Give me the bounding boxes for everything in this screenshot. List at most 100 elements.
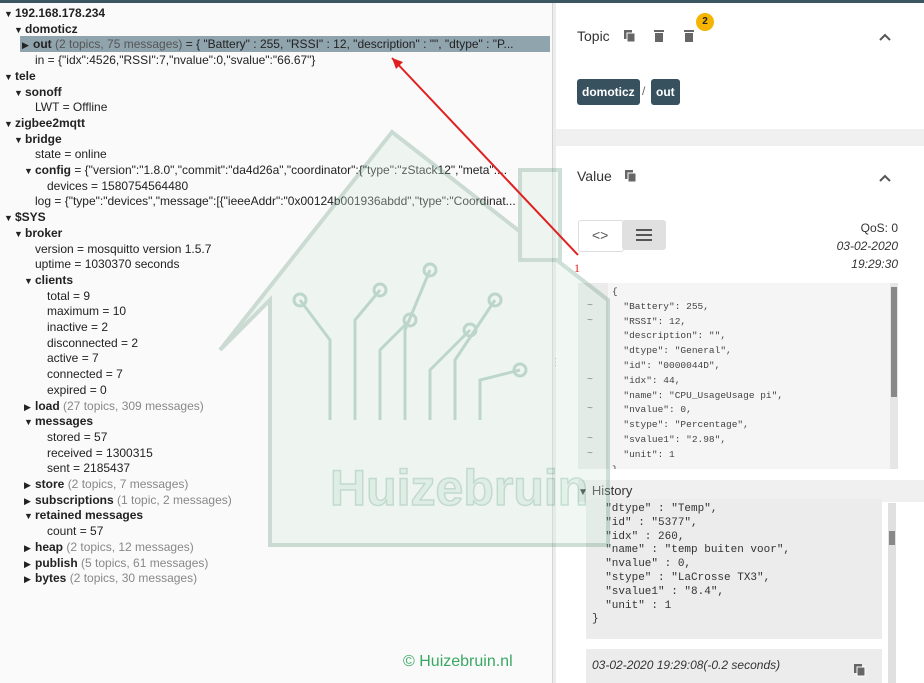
tree-key: out <box>33 37 52 52</box>
json-line: "unit": 1 <box>612 448 675 460</box>
tree-meta: (1 topic, 2 messages) <box>117 492 232 507</box>
topic-chip-out[interactable]: out <box>651 79 680 105</box>
expand-down-icon[interactable]: ▼ <box>4 210 15 226</box>
code-icon: <> <box>592 227 609 243</box>
tree-row[interactable]: state = online <box>35 146 107 162</box>
tree-row[interactable]: ▼ $SYS <box>4 209 46 225</box>
raw-view-button[interactable] <box>622 220 666 250</box>
expand-right-icon[interactable]: ▶ <box>22 37 33 53</box>
tree-key: retained messages <box>35 508 144 523</box>
tree-row[interactable]: ▶ subscriptions (1 topic, 2 messages) <box>24 492 232 508</box>
tree-row[interactable]: ▼ tele <box>4 68 36 84</box>
tree-row[interactable]: ▶ bytes (2 topics, 30 messages) <box>24 570 197 586</box>
tree-meta: (5 topics, 61 messages) <box>81 555 209 570</box>
json-line: "id": "0000044D", <box>612 359 721 371</box>
tree-row[interactable]: disconnected = 2 <box>47 335 138 351</box>
tree-key: received <box>47 445 93 460</box>
json-line: "description": "", <box>612 330 727 342</box>
expand-down-icon[interactable]: ▼ <box>4 6 15 22</box>
diff-gutter: ~ ~ ~ ~ ~ ~ <box>578 283 608 469</box>
topic-tree[interactable]: ▼ 192.168.178.234 ▼ domoticz ▶ out (2 topics,… <box>0 3 552 683</box>
history-entry-2[interactable]: 03-02-2020 19:29:08(-0.2 seconds) <box>586 649 882 683</box>
tree-row[interactable]: ▶ publish (5 topics, 61 messages) <box>24 555 208 571</box>
history-entry-1[interactable]: "dtype" : "Temp", "id" : "5377", "idx" :… <box>586 499 882 639</box>
tree-row[interactable]: maximum = 10 <box>47 303 126 319</box>
tree-row[interactable]: ▼ broker <box>14 225 62 241</box>
tree-row[interactable]: ▼ messages <box>24 413 93 429</box>
copy-icon[interactable] <box>853 663 867 677</box>
json-line: "name": "CPU_UsageUsage pi", <box>612 389 784 401</box>
scrollbar-thumb[interactable] <box>891 287 897 397</box>
expand-down-icon[interactable]: ▼ <box>14 132 25 148</box>
tree-value: = 10 <box>99 304 127 319</box>
tree-row[interactable]: version = mosquitto version 1.5.7 <box>35 241 211 257</box>
diff-view-button[interactable]: <> <box>578 220 624 252</box>
tree-row[interactable]: ▼ clients <box>24 272 73 288</box>
tree-row[interactable]: ▶ out (2 topics, 75 messages) = { "Batter… <box>20 36 550 53</box>
tree-key: expired <box>47 382 87 397</box>
expand-right-icon[interactable]: ▶ <box>24 540 35 556</box>
tree-row[interactable]: inactive = 2 <box>47 319 108 335</box>
tree-row[interactable]: ▼ bridge <box>14 131 62 147</box>
tree-row[interactable]: total = 9 <box>47 288 90 304</box>
scrollbar-thumb[interactable] <box>889 531 895 545</box>
json-viewer[interactable]: ~ ~ ~ ~ ~ ~ { "Battery": 255, "RSSI": 12, "de… <box>578 283 890 469</box>
tree-key: broker <box>25 225 63 240</box>
tree-row[interactable]: ▼ domoticz <box>14 21 78 37</box>
expand-down-icon[interactable]: ▼ <box>24 163 35 179</box>
tree-key: store <box>35 477 65 491</box>
expand-right-icon[interactable]: ▶ <box>24 556 35 572</box>
tree-row[interactable]: ▼ retained messages <box>24 507 143 523</box>
copy-icon[interactable] <box>623 29 637 43</box>
chevron-up-icon[interactable] <box>879 33 891 41</box>
tree-row[interactable]: connected = 7 <box>47 366 123 382</box>
tree-row[interactable]: received = 1300315 <box>47 445 153 461</box>
json-line: { <box>612 286 618 297</box>
json-scrollbar[interactable] <box>890 283 898 469</box>
tree-row[interactable]: ▼ 192.168.178.234 <box>4 5 105 21</box>
expand-down-icon[interactable]: ▼ <box>24 508 35 524</box>
expand-down-icon[interactable]: ▼ <box>4 69 15 85</box>
delete-icon[interactable] <box>652 29 666 43</box>
tree-row[interactable]: devices = 1580754564480 <box>47 178 188 194</box>
expand-down-icon[interactable]: ▼ <box>14 85 25 101</box>
expand-right-icon[interactable]: ▶ <box>24 493 35 509</box>
expand-down-icon[interactable]: ▼ <box>24 414 35 430</box>
tree-row[interactable]: sent = 2185437 <box>47 460 130 476</box>
tree-row[interactable]: ▼ sonoff <box>14 84 62 100</box>
tree-meta: (2 topics, 7 messages) <box>67 477 189 491</box>
diff-marker-icon: ~ <box>587 447 593 459</box>
tree-row[interactable]: ▶ load (27 topics, 309 messages) <box>24 398 204 414</box>
tree-key: devices <box>47 178 88 193</box>
tree-row[interactable]: active = 7 <box>47 350 99 366</box>
tree-row[interactable]: ▶ heap (2 topics, 12 messages) <box>24 539 194 555</box>
tree-key: connected <box>47 367 103 382</box>
expand-down-icon[interactable]: ▼ <box>14 22 25 38</box>
tree-row[interactable]: expired = 0 <box>47 382 107 398</box>
expand-right-icon[interactable]: ▶ <box>24 477 35 493</box>
tree-row[interactable]: log = {"type":"devices","message":[{"iee… <box>35 193 516 209</box>
json-line: "stype": "Percentage", <box>612 419 749 431</box>
expand-down-icon[interactable]: ▼ <box>4 116 15 132</box>
topic-chip-domoticz[interactable]: domoticz <box>577 79 640 105</box>
tree-row[interactable]: stored = 57 <box>47 429 107 445</box>
expand-right-icon[interactable]: ▶ <box>24 399 35 415</box>
tree-key: clients <box>35 272 74 287</box>
tree-row[interactable]: ▼ zigbee2mqtt <box>4 115 85 131</box>
tree-row[interactable]: LWT = Offline <box>35 99 107 115</box>
qos-label: QoS: 0 <box>860 221 898 235</box>
chevron-up-icon[interactable] <box>879 174 891 182</box>
tree-row[interactable]: uptime = 1030370 seconds <box>35 256 179 272</box>
copy-value-icon[interactable] <box>624 169 638 183</box>
topic-card: Topic 2 domoticz / out <box>556 3 924 129</box>
tree-row[interactable]: in = {"idx":4526,"RSSI":7,"nvalue":0,"sv… <box>35 52 315 68</box>
tree-row[interactable]: ▶ store (2 topics, 7 messages) <box>24 476 188 492</box>
tree-row[interactable]: count = 57 <box>47 523 103 539</box>
history-scrollbar[interactable] <box>888 503 896 683</box>
tree-row[interactable]: ▼ config = {"version":"1.8.0","commit":"d… <box>24 162 507 178</box>
expand-down-icon[interactable]: ▼ <box>24 273 35 289</box>
expand-down-icon[interactable]: ▼ <box>14 226 25 242</box>
delete-recursive-icon[interactable] <box>682 29 696 43</box>
expand-right-icon[interactable]: ▶ <box>24 571 35 587</box>
tree-value: = 57 <box>80 429 108 444</box>
